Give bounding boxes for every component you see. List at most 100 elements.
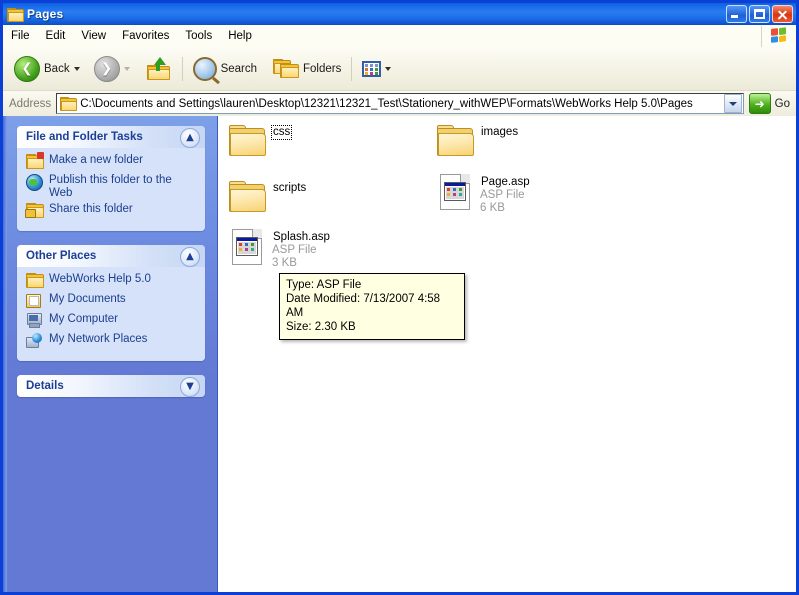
back-button[interactable]: ❮ Back <box>9 51 85 87</box>
item-name: Splash.asp <box>272 231 331 244</box>
folder-icon <box>226 180 268 212</box>
panel-body-file-and-folder-tasks: Make a new folder Publish this folder to… <box>17 148 205 231</box>
folders-icon <box>273 59 299 79</box>
go-arrow-icon: ➜ <box>749 93 771 114</box>
list-item[interactable]: Splash.asp ASP File 3 KB <box>226 229 331 270</box>
place-my-computer[interactable]: My Computer <box>26 313 197 330</box>
item-type: ASP File <box>480 189 525 201</box>
file-list-view[interactable]: css images scripts <box>218 116 796 592</box>
my-documents-icon <box>26 293 44 310</box>
folders-button[interactable]: Folders <box>268 51 346 87</box>
menu-view[interactable]: View <box>73 28 114 44</box>
address-dropdown-icon[interactable] <box>724 94 742 113</box>
windows-flag-icon <box>761 26 796 47</box>
menu-file[interactable]: File <box>3 28 38 44</box>
forward-arrow-icon: ❯ <box>94 56 120 82</box>
toolbar-separator-2 <box>351 57 352 81</box>
menu-edit[interactable]: Edit <box>38 28 74 44</box>
panel-title: Other Places <box>26 250 96 262</box>
forward-button[interactable]: ❯ <box>89 51 135 87</box>
list-item[interactable]: css <box>226 124 291 156</box>
window-title: Pages <box>27 7 63 21</box>
folder-icon <box>26 273 44 290</box>
back-button-label: Back <box>44 63 70 75</box>
views-button[interactable] <box>357 51 396 87</box>
explorer-content: File and Folder Tasks ▲ Make a new folde… <box>3 116 796 592</box>
menu-favorites[interactable]: Favorites <box>114 28 177 44</box>
item-name: scripts <box>272 182 307 195</box>
task-label: Share this folder <box>49 203 133 216</box>
item-size: 3 KB <box>272 257 297 269</box>
place-my-documents[interactable]: My Documents <box>26 293 197 310</box>
address-folder-icon <box>60 97 76 110</box>
menu-tools[interactable]: Tools <box>177 28 220 44</box>
list-item[interactable]: images <box>434 124 519 156</box>
item-type: ASP File <box>272 244 317 256</box>
go-button[interactable]: ➜ Go <box>744 93 796 114</box>
views-grid-icon <box>362 61 381 77</box>
close-button[interactable] <box>772 5 793 23</box>
address-input[interactable]: C:\Documents and Settings\lauren\Desktop… <box>56 93 743 114</box>
asp-file-icon <box>226 229 268 265</box>
folder-icon <box>226 124 268 156</box>
my-computer-icon <box>26 313 44 330</box>
tooltip-line-type: Type: ASP File <box>286 278 458 292</box>
views-dropdown-icon[interactable] <box>385 67 391 71</box>
minimize-button[interactable] <box>726 5 747 23</box>
up-folder-icon <box>146 58 172 80</box>
place-label: WebWorks Help 5.0 <box>49 273 151 286</box>
back-arrow-icon: ❮ <box>14 56 40 82</box>
place-my-network-places[interactable]: My Network Places <box>26 333 197 350</box>
maximize-button[interactable] <box>749 5 770 23</box>
folder-icon <box>434 124 476 156</box>
new-folder-icon <box>26 154 44 171</box>
item-name: Page.asp <box>480 176 531 189</box>
network-places-icon <box>26 333 44 350</box>
task-label: Publish this folder to the Web <box>49 174 197 200</box>
chevron-down-icon[interactable]: ▼ <box>180 377 200 397</box>
search-button-label: Search <box>221 63 257 75</box>
task-make-a-new-folder[interactable]: Make a new folder <box>26 154 197 171</box>
place-label: My Documents <box>49 293 126 306</box>
place-label: My Computer <box>49 313 118 326</box>
folders-button-label: Folders <box>303 63 341 75</box>
asp-file-icon <box>434 174 476 210</box>
panel-title: File and Folder Tasks <box>26 131 143 143</box>
task-share-this-folder[interactable]: Share this folder <box>26 203 197 220</box>
globe-icon <box>26 174 44 194</box>
menu-bar: File Edit View Favorites Tools Help <box>3 25 796 48</box>
panel-header-details[interactable]: Details ▼ <box>17 375 205 397</box>
panel-header-file-and-folder-tasks[interactable]: File and Folder Tasks ▲ <box>17 126 205 148</box>
panel-header-other-places[interactable]: Other Places ▲ <box>17 245 205 267</box>
shared-folder-icon <box>26 203 44 220</box>
task-label: Make a new folder <box>49 154 143 167</box>
address-value: C:\Documents and Settings\lauren\Desktop… <box>80 98 723 110</box>
list-item[interactable]: scripts <box>226 180 307 212</box>
tooltip-line-size: Size: 2.30 KB <box>286 320 458 334</box>
up-button[interactable] <box>141 51 177 87</box>
search-button[interactable]: Search <box>188 51 262 87</box>
list-item[interactable]: Page.asp ASP File 6 KB <box>434 174 531 215</box>
toolbar: ❮ Back ❯ Search <box>3 47 796 91</box>
panel-details: Details ▼ <box>17 375 205 397</box>
place-webworks-help-5-0[interactable]: WebWorks Help 5.0 <box>26 273 197 290</box>
task-publish-this-folder-to-the-web[interactable]: Publish this folder to the Web <box>26 174 197 200</box>
window-folder-icon <box>7 8 23 21</box>
item-name: images <box>480 126 519 139</box>
tooltip-line-date-modified: Date Modified: 7/13/2007 4:58 AM <box>286 292 458 320</box>
back-dropdown-icon[interactable] <box>74 67 80 71</box>
address-bar: Address C:\Documents and Settings\lauren… <box>3 91 796 117</box>
place-label: My Network Places <box>49 333 147 346</box>
panel-other-places: Other Places ▲ WebWorks Help 5.0 <box>17 245 205 361</box>
go-button-label: Go <box>775 98 790 110</box>
toolbar-separator-1 <box>182 57 183 81</box>
chevron-up-icon[interactable]: ▲ <box>180 247 200 267</box>
title-bar: Pages <box>3 3 796 25</box>
address-label: Address <box>3 98 56 110</box>
item-name: css <box>272 126 291 139</box>
panel-file-and-folder-tasks: File and Folder Tasks ▲ Make a new folde… <box>17 126 205 231</box>
chevron-up-icon[interactable]: ▲ <box>180 128 200 148</box>
panel-title: Details <box>26 380 64 392</box>
menu-help[interactable]: Help <box>220 28 260 44</box>
forward-dropdown-icon[interactable] <box>124 67 130 71</box>
